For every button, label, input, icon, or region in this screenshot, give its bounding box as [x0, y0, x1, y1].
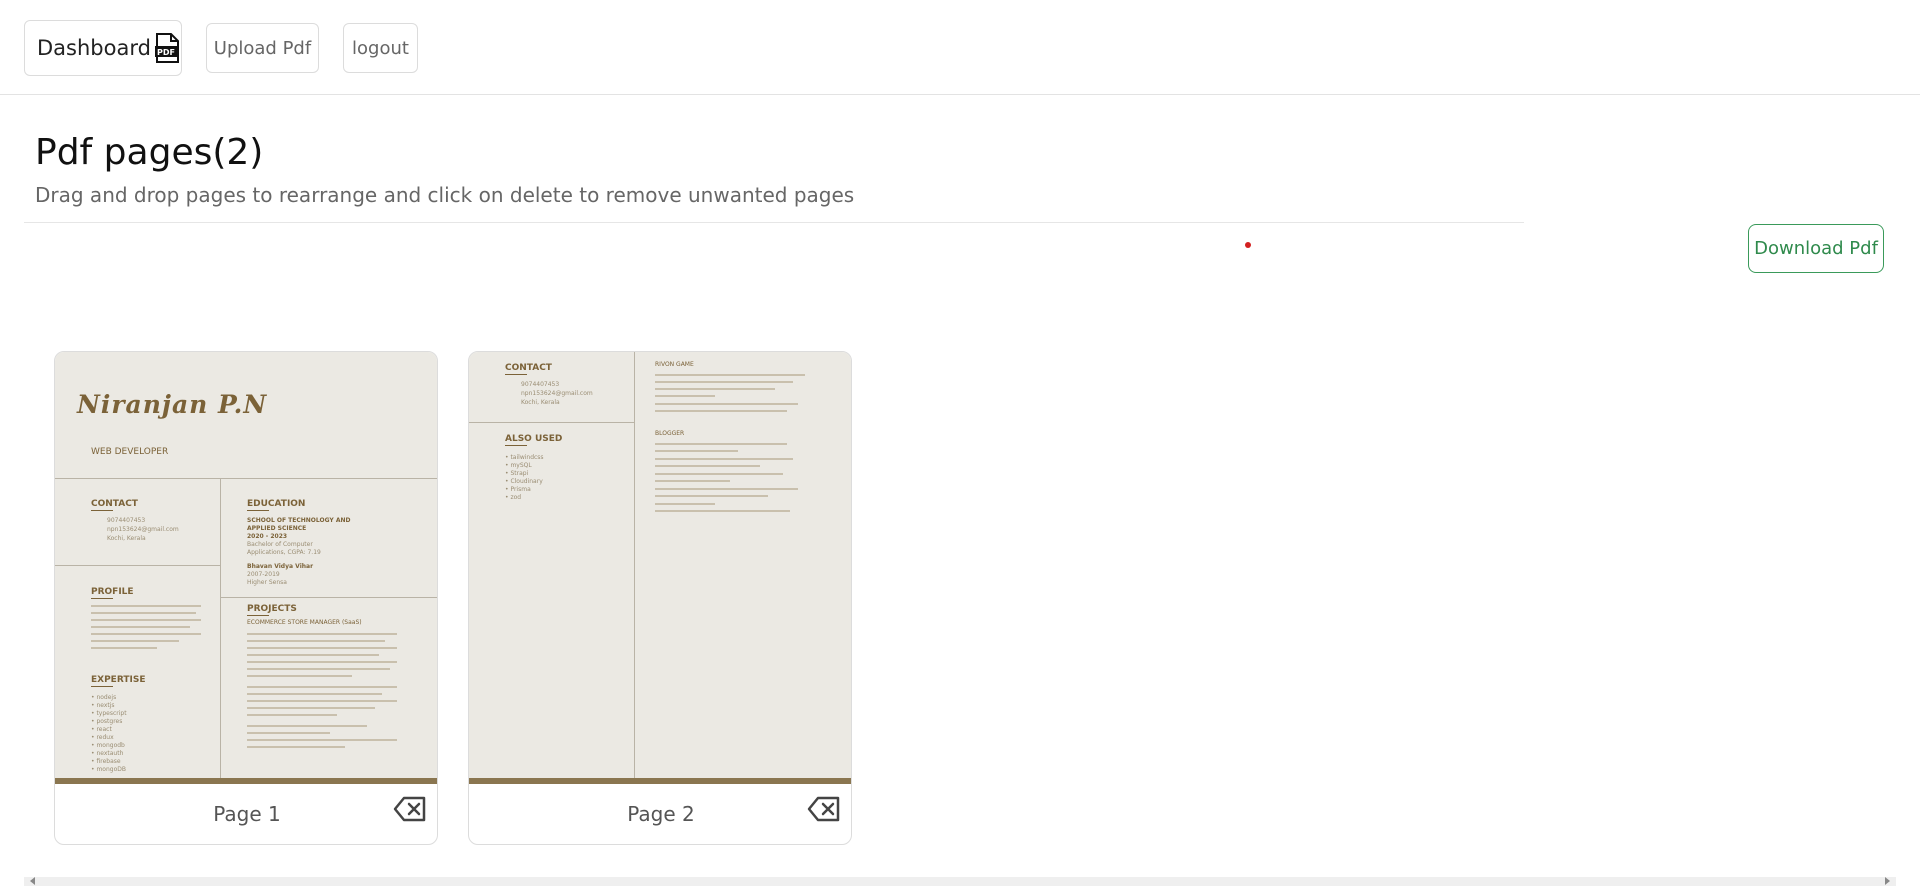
status-dot [1245, 242, 1251, 248]
heading-underline [91, 510, 113, 511]
education-heading: EDUCATION [247, 499, 306, 509]
contact-email: npn153624@gmail.com [521, 390, 593, 397]
pdf-file-icon: PDF [153, 33, 181, 63]
expertise-item: • mongodb [91, 742, 125, 749]
heading-underline [91, 686, 113, 687]
backspace-delete-icon[interactable] [393, 796, 427, 822]
heading-underline [505, 374, 527, 375]
expertise-item: • typescript [91, 710, 127, 717]
also-used-heading: ALSO USED [505, 434, 563, 444]
expertise-item: • react [91, 726, 112, 733]
dashboard-label: Dashboard [37, 36, 151, 60]
education-line: Applications, CGPA: 7.19 [247, 549, 321, 556]
resume-name: Niranjan P.N [77, 390, 268, 419]
expertise-item: • redux [91, 734, 114, 741]
expertise-item: • postgres [91, 718, 123, 725]
thumb-column-divider [634, 352, 635, 778]
expertise-item: • firebase [91, 758, 121, 765]
thumb-divider [55, 478, 437, 479]
contact-phone: 9074407453 [107, 517, 146, 524]
scroll-left-arrow-icon[interactable] [30, 877, 35, 885]
expertise-item: • nextauth [91, 750, 124, 757]
contact-heading: CONTACT [91, 499, 138, 509]
project-heading: BLOGGER [655, 430, 685, 437]
resume-role: WEB DEVELOPER [91, 447, 169, 457]
page-label: Page 1 [213, 802, 281, 826]
page-thumbnail[interactable]: Niranjan P.N WEB DEVELOPER CONTACT 90744… [55, 352, 437, 784]
also-used-item: • Strapi [505, 470, 529, 477]
page-title: Pdf pages(2) [35, 132, 264, 173]
education-line: 2020 - 2023 [247, 533, 288, 540]
project-text [655, 374, 805, 417]
page-thumbnail[interactable]: CONTACT 9074407453 npn153624@gmail.com K… [469, 352, 851, 784]
expertise-heading: EXPERTISE [91, 675, 146, 685]
expertise-item: • mongoDB [91, 766, 126, 773]
education-line: Bachelor of Computer [247, 541, 313, 548]
card-footer: Page 1 [55, 784, 437, 844]
also-used-item: • tailwindcss [505, 454, 544, 461]
dashboard-button[interactable]: Dashboard PDF [24, 20, 182, 76]
thumb-column-divider [220, 478, 221, 778]
projects-text [247, 633, 397, 753]
thumb-divider [220, 597, 437, 598]
page-subtitle: Drag and drop pages to rearrange and cli… [35, 183, 855, 207]
also-used-item: • Prisma [505, 486, 531, 493]
also-used-item: • mySQL [505, 462, 532, 469]
contact-heading: CONTACT [505, 363, 552, 373]
svg-text:PDF: PDF [157, 48, 175, 57]
contact-email: npn153624@gmail.com [107, 526, 179, 533]
upload-pdf-button[interactable]: Upload Pdf [206, 23, 319, 73]
expertise-item: • nodejs [91, 694, 117, 701]
also-used-item: • Cloudinary [505, 478, 543, 485]
header-divider [24, 222, 1524, 223]
education-line: APPLIED SCIENCE [247, 525, 307, 532]
profile-text [91, 605, 201, 654]
profile-heading: PROFILE [91, 587, 134, 597]
backspace-delete-icon[interactable] [807, 796, 841, 822]
project-heading: RIVON GAME [655, 361, 694, 368]
also-used-item: • zod [505, 494, 522, 501]
education-line: 2007-2019 [247, 571, 280, 578]
education-line: Higher Sensa [247, 579, 287, 586]
navbar: Dashboard PDF Upload Pdf logout [0, 0, 1920, 95]
page-card[interactable]: Niranjan P.N WEB DEVELOPER CONTACT 90744… [54, 351, 438, 845]
heading-underline [247, 510, 269, 511]
page-card[interactable]: CONTACT 9074407453 npn153624@gmail.com K… [468, 351, 852, 845]
thumb-divider [55, 565, 220, 566]
logout-button[interactable]: logout [343, 23, 418, 73]
page-label: Page 2 [627, 802, 695, 826]
contact-location: Kochi, Kerala [521, 399, 560, 406]
projects-heading: PROJECTS [247, 604, 297, 614]
download-pdf-button[interactable]: Download Pdf [1748, 224, 1884, 273]
heading-underline [505, 445, 527, 446]
horizontal-scrollbar[interactable] [24, 877, 1896, 886]
education-line: SCHOOL OF TECHNOLOGY AND [247, 517, 351, 524]
card-footer: Page 2 [469, 784, 851, 844]
project-text [655, 443, 805, 517]
education-line: Bhavan Vidya Vihar [247, 563, 314, 570]
project-title: ECOMMERCE STORE MANAGER (SaaS) [247, 619, 362, 626]
heading-underline [91, 598, 113, 599]
heading-underline [247, 615, 269, 616]
expertise-item: • nextjs [91, 702, 115, 709]
thumb-divider [469, 422, 634, 423]
scroll-right-arrow-icon[interactable] [1885, 877, 1890, 885]
contact-phone: 9074407453 [521, 381, 560, 388]
contact-location: Kochi, Kerala [107, 535, 146, 542]
